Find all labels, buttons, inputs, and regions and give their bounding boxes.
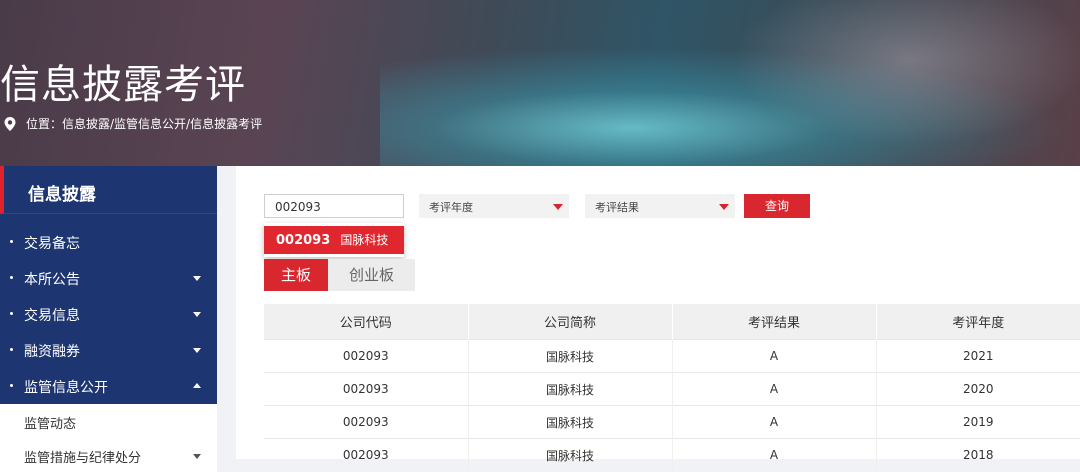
sidebar-item-label: 监管信息公开 xyxy=(24,380,108,396)
bullet-icon xyxy=(10,384,13,387)
year-select-placeholder: 考评年度 xyxy=(429,201,473,214)
sidebar-item-label: 交易备忘 xyxy=(24,236,80,252)
sidebar-item-margin-trading[interactable]: 融资融券 xyxy=(0,332,217,368)
suggestion-code: 002093 xyxy=(276,233,331,248)
sidebar-item-regulatory-disclosure[interactable]: 监管信息公开 xyxy=(0,368,217,404)
cell-company-code: 002093 xyxy=(264,372,469,406)
cell-result: A xyxy=(672,438,877,471)
sidebar-item-label: 交易信息 xyxy=(24,308,80,324)
column-header-company-code: 公司代码 xyxy=(264,304,469,340)
dropdown-arrow-icon xyxy=(553,204,563,210)
year-select[interactable]: 考评年度 xyxy=(419,194,569,218)
chevron-up-icon xyxy=(193,383,201,388)
table-row: 002093 国脉科技 A 2021 xyxy=(264,339,1080,373)
result-select-placeholder: 考评结果 xyxy=(595,201,639,214)
chevron-down-icon xyxy=(193,454,201,459)
cell-result: A xyxy=(672,372,877,406)
tab-chinext[interactable]: 创业板 xyxy=(328,259,415,291)
bullet-icon xyxy=(10,348,13,351)
page-banner: 信息披露考评 位置：信息披露/监管信息公开/信息披露考评 xyxy=(0,0,1080,166)
result-select[interactable]: 考评结果 xyxy=(585,194,735,218)
table-row: 002093 国脉科技 A 2020 xyxy=(264,372,1080,406)
sidebar-item-label: 本所公告 xyxy=(24,272,80,288)
bullet-icon xyxy=(10,312,13,315)
sidebar-subitem-label: 监管动态 xyxy=(24,417,77,432)
cell-company-name: 国脉科技 xyxy=(468,339,673,373)
bullet-icon xyxy=(10,240,13,243)
suggestion-name: 国脉科技 xyxy=(340,233,389,247)
cell-result: A xyxy=(672,339,877,373)
table-header-row: 公司代码 公司简称 考评结果 考评年度 xyxy=(264,304,1080,340)
cell-year: 2019 xyxy=(876,405,1080,439)
chevron-down-icon xyxy=(193,276,201,281)
sidebar-subitem-regulatory-news[interactable]: 监管动态 xyxy=(0,404,217,438)
sidebar: 信息披露 交易备忘 本所公告 交易信息 融资融券 监管信息公开 监管动态 监管措… xyxy=(0,166,217,472)
cell-company-name: 国脉科技 xyxy=(468,438,673,471)
query-button[interactable]: 查询 xyxy=(744,194,810,218)
evaluation-table: 公司代码 公司简称 考评结果 考评年度 002093 国脉科技 A 2021 0… xyxy=(264,304,1080,471)
cell-company-code: 002093 xyxy=(264,438,469,471)
cell-company-name: 国脉科技 xyxy=(468,372,673,406)
table-row: 002093 国脉科技 A 2019 xyxy=(264,405,1080,439)
sidebar-heading-label: 信息披露 xyxy=(28,185,96,205)
cell-company-name: 国脉科技 xyxy=(468,405,673,439)
chevron-down-icon xyxy=(193,348,201,353)
column-header-company-name: 公司简称 xyxy=(468,304,673,340)
cell-company-code: 002093 xyxy=(264,339,469,373)
location-pin-icon xyxy=(4,116,16,131)
chevron-down-icon xyxy=(193,312,201,317)
page-title: 信息披露考评 xyxy=(0,62,246,108)
sidebar-item-trading-memo[interactable]: 交易备忘 xyxy=(0,224,217,260)
cell-year: 2021 xyxy=(876,339,1080,373)
banner-decoration xyxy=(420,0,750,90)
main-panel: 002093 考评年度 考评结果 查询 002093 国脉科技 主板 创业板 公… xyxy=(236,166,1080,471)
cell-result: A xyxy=(672,405,877,439)
sidebar-subitem-measures-discipline[interactable]: 监管措施与纪律处分 xyxy=(0,438,217,472)
tab-main-board[interactable]: 主板 xyxy=(264,259,328,291)
cell-year: 2018 xyxy=(876,438,1080,471)
autocomplete-dropdown: 002093 国脉科技 xyxy=(264,223,404,257)
sidebar-subitem-label: 监管措施与纪律处分 xyxy=(24,451,142,466)
cell-year: 2020 xyxy=(876,372,1080,406)
breadcrumb-text: 位置：信息披露/监管信息公开/信息披露考评 xyxy=(26,117,263,131)
sidebar-item-announcements[interactable]: 本所公告 xyxy=(0,260,217,296)
bullet-icon xyxy=(10,276,13,279)
search-input-value: 002093 xyxy=(275,200,321,214)
dropdown-arrow-icon xyxy=(719,204,729,210)
breadcrumb: 位置：信息披露/监管信息公开/信息披露考评 xyxy=(4,115,262,132)
column-header-year: 考评年度 xyxy=(876,304,1080,340)
cell-company-code: 002093 xyxy=(264,405,469,439)
company-search-input[interactable]: 002093 xyxy=(264,194,404,218)
sidebar-heading[interactable]: 信息披露 xyxy=(0,166,217,214)
sidebar-item-label: 融资融券 xyxy=(24,344,80,360)
sidebar-item-trading-info[interactable]: 交易信息 xyxy=(0,296,217,332)
autocomplete-option[interactable]: 002093 国脉科技 xyxy=(264,226,404,254)
column-header-result: 考评结果 xyxy=(672,304,877,340)
table-row: 002093 国脉科技 A 2018 xyxy=(264,438,1080,471)
banner-glow-secondary xyxy=(700,0,1080,160)
